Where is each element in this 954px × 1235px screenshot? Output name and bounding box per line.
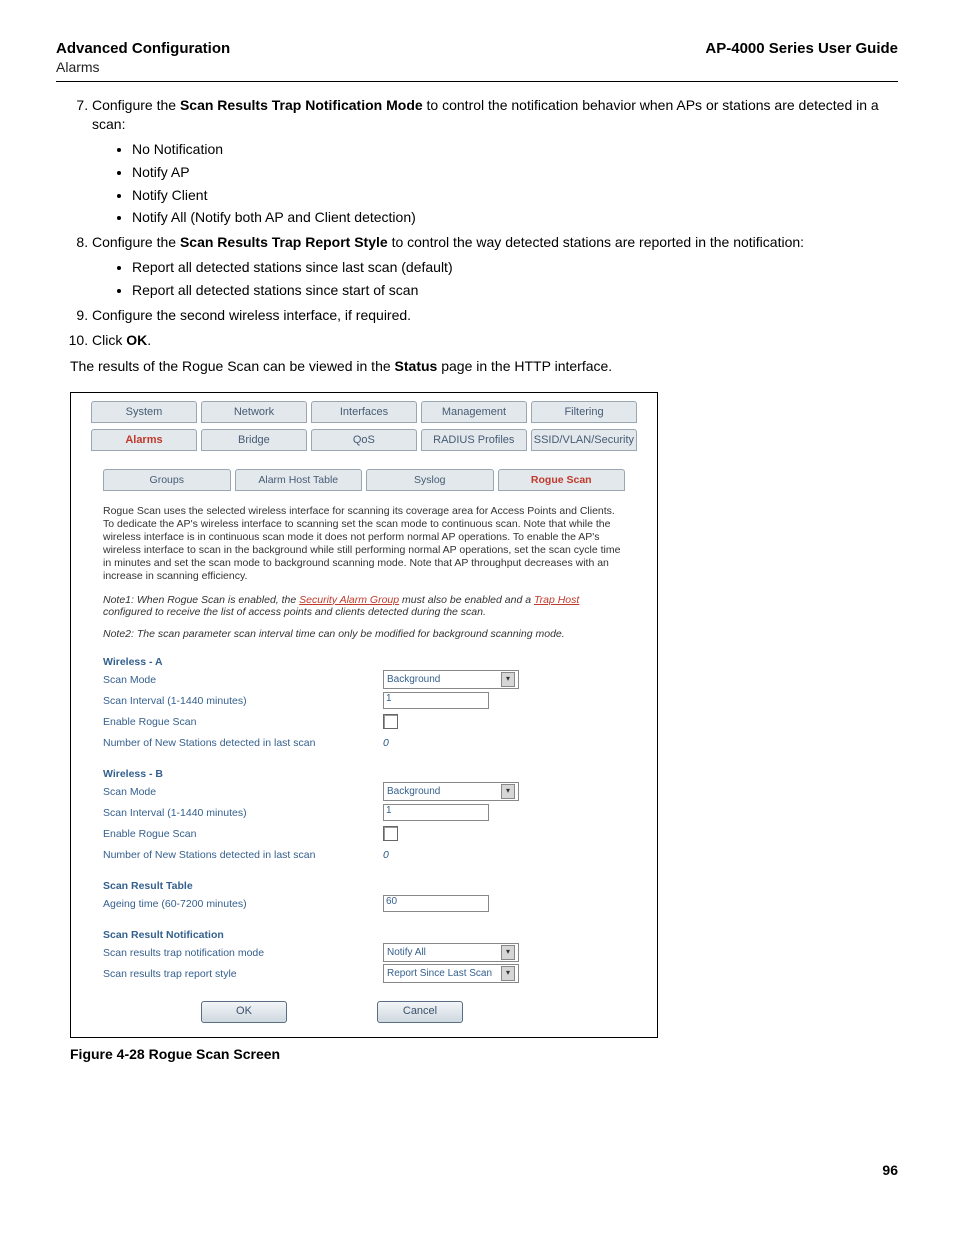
input-wb-interval[interactable]: 1: [383, 804, 489, 821]
label-wb-scan-mode: Scan Mode: [103, 786, 383, 798]
tab-groups[interactable]: Groups: [103, 469, 231, 491]
tab-network[interactable]: Network: [201, 401, 307, 423]
step7-item: Notify AP: [132, 163, 898, 182]
select-notif-mode[interactable]: Notify All ▾: [383, 943, 519, 962]
tab-rogue-scan[interactable]: Rogue Scan: [498, 469, 626, 491]
checkbox-wb-enable[interactable]: [383, 826, 398, 841]
cancel-button[interactable]: Cancel: [377, 1001, 463, 1023]
value-wa-newcount: 0: [383, 737, 389, 749]
step8-item: Report all detected stations since last …: [132, 258, 898, 277]
step7-item: Notify Client: [132, 186, 898, 205]
select-wa-scan-mode[interactable]: Background ▾: [383, 670, 519, 689]
tab-interfaces[interactable]: Interfaces: [311, 401, 417, 423]
tab-radius[interactable]: RADIUS Profiles: [421, 429, 527, 451]
tab-alarms[interactable]: Alarms: [91, 429, 197, 451]
tab-management[interactable]: Management: [421, 401, 527, 423]
note1: Note1: When Rogue Scan is enabled, the S…: [103, 594, 625, 618]
select-wb-scan-mode[interactable]: Background ▾: [383, 782, 519, 801]
ok-button[interactable]: OK: [201, 1001, 287, 1023]
label-wa-interval: Scan Interval (1-1440 minutes): [103, 695, 383, 707]
tab-bridge[interactable]: Bridge: [201, 429, 307, 451]
section-scan-result-notification: Scan Result Notification: [103, 929, 647, 941]
tab-system[interactable]: System: [91, 401, 197, 423]
label-wb-interval: Scan Interval (1-1440 minutes): [103, 807, 383, 819]
tab-alarm-host[interactable]: Alarm Host Table: [235, 469, 363, 491]
label-wb-enable: Enable Rogue Scan: [103, 828, 383, 840]
input-ageing[interactable]: 60: [383, 895, 489, 912]
section-wireless-a: Wireless - A: [103, 656, 647, 668]
page-number: 96: [56, 1162, 898, 1178]
chevron-down-icon: ▾: [501, 945, 515, 960]
label-wa-enable: Enable Rogue Scan: [103, 716, 383, 728]
section-wireless-b: Wireless - B: [103, 768, 647, 780]
chevron-down-icon: ▾: [501, 966, 515, 981]
checkbox-wa-enable[interactable]: [383, 714, 398, 729]
section-scan-result-table: Scan Result Table: [103, 880, 647, 892]
select-report-style[interactable]: Report Since Last Scan ▾: [383, 964, 519, 983]
tab-ssid[interactable]: SSID/VLAN/Security: [531, 429, 637, 451]
input-wa-interval[interactable]: 1: [383, 692, 489, 709]
label-wb-newcount: Number of New Stations detected in last …: [103, 849, 383, 861]
step7-item: No Notification: [132, 140, 898, 159]
label-wa-newcount: Number of New Stations detected in last …: [103, 737, 383, 749]
step-9: Configure the second wireless interface,…: [92, 306, 898, 325]
tab-syslog[interactable]: Syslog: [366, 469, 494, 491]
step8-item: Report all detected stations since start…: [132, 281, 898, 300]
header-sub: Alarms: [56, 59, 898, 75]
link-trap-host[interactable]: Trap Host: [534, 594, 579, 606]
step-7: Configure the Scan Results Trap Notifica…: [92, 96, 898, 227]
label-wa-scan-mode: Scan Mode: [103, 674, 383, 686]
step7-item: Notify All (Notify both AP and Client de…: [132, 208, 898, 227]
tab-filtering[interactable]: Filtering: [531, 401, 637, 423]
chevron-down-icon: ▾: [501, 784, 515, 799]
results-paragraph: The results of the Rogue Scan can be vie…: [70, 358, 898, 374]
label-report-style: Scan results trap report style: [103, 968, 383, 980]
value-wb-newcount: 0: [383, 849, 389, 861]
header-left: Advanced Configuration: [56, 40, 230, 57]
link-security-alarm-group[interactable]: Security Alarm Group: [299, 594, 399, 606]
rogue-scan-screenshot: System Network Interfaces Management Fil…: [70, 392, 658, 1038]
header-right: AP-4000 Series User Guide: [705, 40, 898, 57]
chevron-down-icon: ▾: [501, 672, 515, 687]
header-divider: [56, 81, 898, 82]
note2: Note2: The scan parameter scan interval …: [103, 628, 625, 640]
label-ageing: Ageing time (60-7200 minutes): [103, 898, 383, 910]
figure-caption: Figure 4-28 Rogue Scan Screen: [70, 1046, 898, 1062]
step-8: Configure the Scan Results Trap Report S…: [92, 233, 898, 300]
step-10: Click OK.: [92, 331, 898, 350]
rogue-scan-description: Rogue Scan uses the selected wireless in…: [103, 505, 625, 584]
label-notif-mode: Scan results trap notification mode: [103, 947, 383, 959]
tab-qos[interactable]: QoS: [311, 429, 417, 451]
